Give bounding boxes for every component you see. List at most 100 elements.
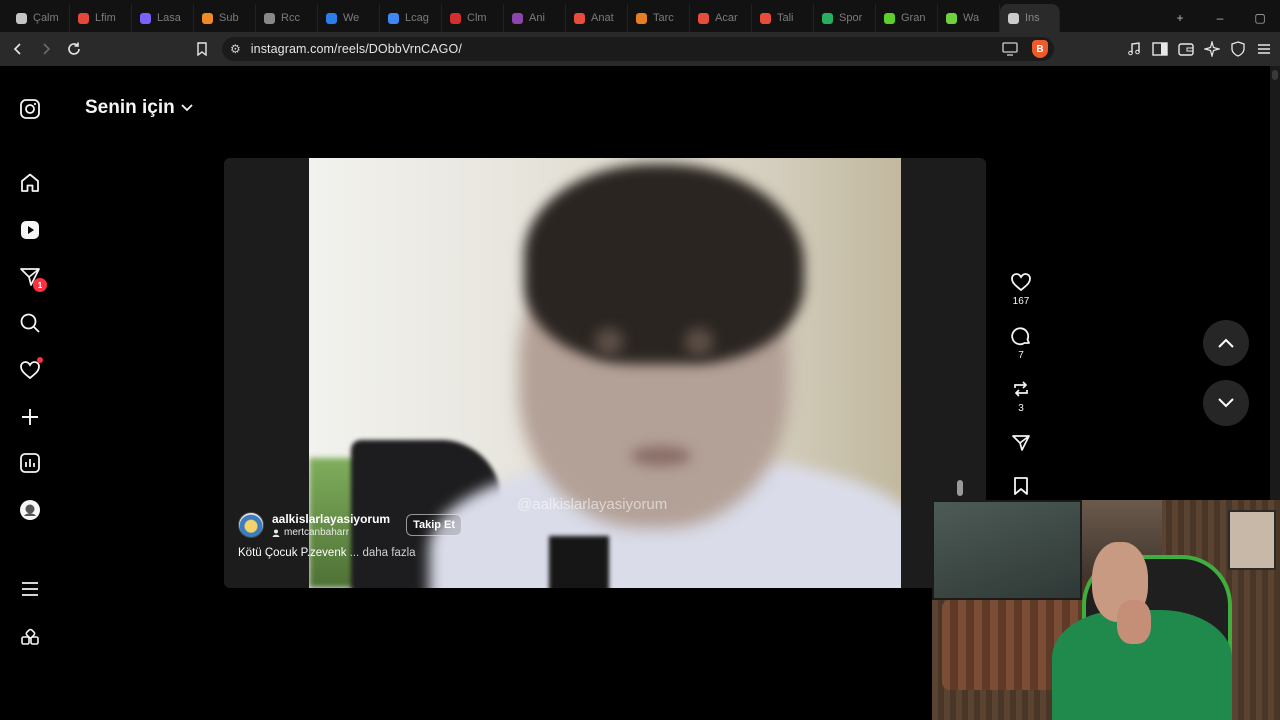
forward-button[interactable] — [32, 35, 60, 63]
tab-favicon-icon — [760, 12, 771, 24]
tab-favicon-icon — [140, 12, 151, 24]
uploader-username[interactable]: aalkislarlayasiyorum — [272, 512, 390, 526]
tab-label: Sub — [219, 12, 239, 24]
heart-icon[interactable] — [1010, 272, 1032, 292]
window-controls: + – ▢ — [1160, 4, 1280, 32]
feed-selector[interactable]: Senin için — [85, 97, 193, 119]
tab-label: Acar — [715, 12, 738, 24]
browser-tab[interactable]: Ins — [1000, 4, 1060, 32]
tab-favicon-icon — [884, 12, 895, 24]
browser-tab[interactable]: Rcc — [256, 4, 318, 32]
tab-favicon-icon — [264, 12, 275, 24]
browser-tab[interactable]: Ani — [504, 4, 566, 32]
browser-tab[interactable]: Anat — [566, 4, 628, 32]
site-settings-icon[interactable]: ⚙ — [230, 42, 241, 56]
main-menu-button[interactable] — [1254, 35, 1274, 63]
next-reel-button[interactable] — [1203, 380, 1249, 426]
share-action[interactable] — [1006, 433, 1036, 453]
repost-action[interactable]: 3 — [1006, 379, 1036, 414]
browser-tab[interactable]: Wa — [938, 4, 1000, 32]
tab-label: Ins — [1025, 12, 1040, 24]
sidebar-toggle-button[interactable] — [1150, 35, 1170, 63]
tab-label: Tarc — [653, 12, 674, 24]
browser-tab[interactable]: Sub — [194, 4, 256, 32]
caption-more-link[interactable]: ... daha fazla — [350, 547, 416, 559]
home-icon[interactable] — [19, 172, 41, 194]
repost-icon[interactable] — [1011, 379, 1031, 399]
webcam-monitor — [932, 500, 1082, 600]
audio-credit[interactable]: mertcanbaharr — [272, 527, 390, 538]
bookmark-page-button[interactable] — [188, 35, 216, 63]
browser-tab[interactable]: Spor — [814, 4, 876, 32]
browser-tab[interactable]: Tali — [752, 4, 814, 32]
back-arrow-icon — [13, 43, 21, 55]
address-bar[interactable]: ⚙ instagram.com/reels/DObbVrnCAGO/ B — [222, 37, 1054, 61]
reel-caption[interactable]: Kötü Çocuk P.zevenk ... daha fazla — [238, 547, 416, 559]
minimize-button[interactable]: – — [1200, 11, 1240, 25]
sidebar-icon — [1152, 42, 1168, 56]
reels-icon[interactable] — [19, 219, 41, 241]
notifications-icon[interactable] — [19, 357, 43, 381]
browser-tab[interactable]: We — [318, 4, 380, 32]
leo-ai-button[interactable] — [1202, 35, 1222, 63]
share-send-icon[interactable] — [1011, 433, 1031, 453]
messages-icon[interactable]: 1 — [19, 266, 47, 292]
search-icon[interactable] — [19, 312, 41, 334]
reel-uploader: aalkislarlayasiyorum mertcanbaharr Takip… — [238, 512, 463, 538]
reload-button[interactable] — [60, 35, 88, 63]
browser-tab[interactable]: Gran — [876, 4, 938, 32]
media-button[interactable] — [1124, 35, 1144, 63]
tab-label: Anat — [591, 12, 614, 24]
messages-badge: 1 — [33, 278, 47, 292]
instagram-logo-icon[interactable] — [19, 98, 41, 120]
browser-tab[interactable]: Lasa — [132, 4, 194, 32]
browser-tab[interactable]: Tarc — [628, 4, 690, 32]
person-icon — [272, 529, 280, 537]
browser-tab[interactable]: Lfim — [70, 4, 132, 32]
like-action[interactable]: 167 — [1006, 272, 1036, 307]
webcam-wall-frames — [1228, 510, 1276, 570]
maximize-button[interactable]: ▢ — [1240, 11, 1280, 25]
tab-favicon-icon — [16, 12, 27, 24]
chevron-up-icon — [1218, 338, 1234, 348]
video-mouth — [631, 446, 691, 466]
volume-indicator[interactable] — [957, 480, 963, 496]
previous-reel-button[interactable] — [1203, 320, 1249, 366]
tab-favicon-icon — [388, 12, 399, 24]
like-count: 167 — [1012, 296, 1030, 307]
comment-action[interactable]: 7 — [1006, 326, 1036, 361]
tab-label: Rcc — [281, 12, 300, 24]
wallet-button[interactable] — [1176, 35, 1196, 63]
tab-favicon-icon — [512, 12, 523, 24]
notification-dot — [37, 357, 43, 363]
more-menu-icon[interactable] — [19, 578, 41, 600]
profile-avatar-icon[interactable] — [19, 499, 41, 521]
cast-icon[interactable] — [1002, 42, 1018, 56]
shield-icon — [1231, 41, 1245, 57]
forward-arrow-icon — [43, 43, 51, 55]
tab-favicon-icon — [1008, 12, 1019, 24]
browser-tab[interactable]: Lcag — [380, 4, 442, 32]
also-from-meta-icon[interactable] — [19, 625, 41, 647]
tab-favicon-icon — [636, 12, 647, 24]
video-eyes — [579, 328, 729, 356]
follow-button[interactable]: Takip Et — [406, 514, 463, 536]
brave-shields-icon[interactable]: B — [1032, 40, 1048, 58]
uploader-avatar[interactable] — [238, 512, 264, 538]
scrollbar-thumb[interactable] — [1272, 70, 1278, 80]
comment-bubble-icon[interactable] — [1010, 326, 1032, 346]
create-icon[interactable] — [19, 406, 41, 428]
browser-tab[interactable]: Clm — [442, 4, 504, 32]
dashboard-icon[interactable] — [19, 452, 41, 474]
save-action[interactable] — [1006, 476, 1036, 496]
new-tab-button[interactable]: + — [1160, 11, 1200, 25]
tab-favicon-icon — [698, 12, 709, 24]
video-watermark: @aalkislarlayasiyorum — [517, 496, 668, 513]
tab-label: Lfim — [95, 12, 116, 24]
browser-tab[interactable]: Çalm — [8, 4, 70, 32]
bookmark-icon[interactable] — [1012, 476, 1030, 496]
vpn-button[interactable] — [1228, 35, 1248, 63]
browser-tab[interactable]: Acar — [690, 4, 752, 32]
tab-favicon-icon — [326, 12, 337, 24]
back-button[interactable] — [4, 35, 32, 63]
